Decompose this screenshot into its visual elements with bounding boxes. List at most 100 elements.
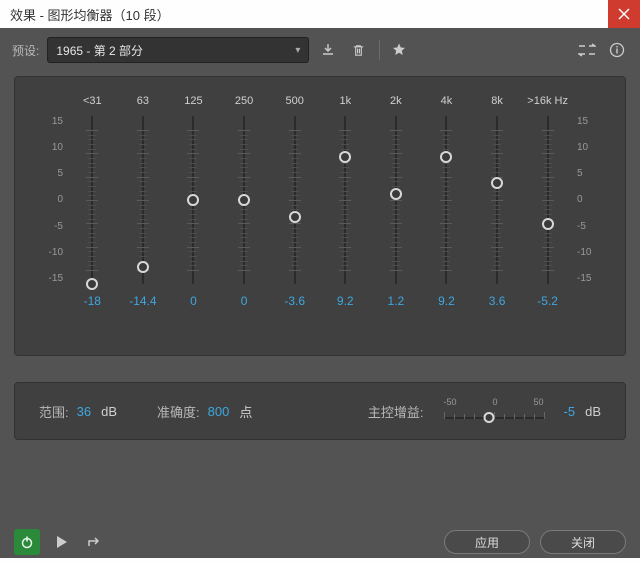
- scale-tick: 0: [577, 194, 583, 205]
- band-slider[interactable]: [436, 116, 456, 284]
- scale-tick: 5: [577, 168, 583, 179]
- preset-label: 预设:: [12, 42, 39, 59]
- band-value[interactable]: -3.6: [284, 294, 305, 310]
- master-gain-value[interactable]: -5: [564, 404, 576, 419]
- eq-band: 8k 3.6: [473, 95, 521, 343]
- eq-band: >16k Hz -5.2: [524, 95, 572, 343]
- band-slider[interactable]: [285, 116, 305, 284]
- band-value[interactable]: 1.2: [388, 294, 405, 310]
- band-value[interactable]: 3.6: [489, 294, 506, 310]
- band-slider[interactable]: [133, 116, 153, 284]
- master-scale-mid: 0: [493, 397, 498, 407]
- toolbar-separator: [379, 40, 380, 60]
- routing-icon[interactable]: [576, 39, 598, 61]
- master-gain-label: 主控增益:: [368, 402, 424, 421]
- delete-preset-icon[interactable]: [347, 39, 369, 61]
- band-thumb[interactable]: [289, 211, 301, 223]
- range-label: 范围:: [39, 402, 69, 421]
- preset-toolbar: 预设: 1965 - 第 2 部分 ▾: [0, 28, 640, 72]
- band-value[interactable]: 0: [241, 294, 248, 310]
- scale-tick: 10: [577, 142, 588, 153]
- range-value[interactable]: 36: [77, 404, 91, 419]
- import-preset-icon[interactable]: [317, 39, 339, 61]
- band-value[interactable]: -18: [84, 294, 101, 310]
- eq-band: 2k 1.2: [372, 95, 420, 343]
- band-value[interactable]: 9.2: [438, 294, 455, 310]
- band-thumb[interactable]: [339, 151, 351, 163]
- scale-tick: -10: [49, 247, 63, 258]
- scale-right: 151050-5-10-15: [573, 95, 603, 343]
- preset-value: 1965 - 第 2 部分: [56, 42, 143, 59]
- eq-band: 1k 9.2: [321, 95, 369, 343]
- favorite-icon[interactable]: [388, 39, 410, 61]
- band-freq-label: 8k: [491, 95, 503, 116]
- eq-band: <31 -18: [68, 95, 116, 343]
- band-freq-label: <31: [83, 95, 102, 116]
- band-freq-label: 2k: [390, 95, 402, 116]
- close-button[interactable]: 关闭: [540, 530, 626, 554]
- band-value[interactable]: -5.2: [537, 294, 558, 310]
- scale-tick: -5: [577, 221, 586, 232]
- master-scale-min: -50: [444, 397, 457, 407]
- band-slider[interactable]: [335, 116, 355, 284]
- master-gain-group: 主控增益: -50 0 50 -5 dB: [368, 399, 601, 423]
- loop-button[interactable]: [82, 530, 106, 554]
- window-border-bottom: [0, 558, 640, 564]
- master-gain-slider[interactable]: -50 0 50: [444, 399, 544, 423]
- eq-band: 500 -3.6: [271, 95, 319, 343]
- band-thumb[interactable]: [440, 151, 452, 163]
- band-value[interactable]: 9.2: [337, 294, 354, 310]
- eq-band: 125 0: [169, 95, 217, 343]
- eq-band: 4k9.2: [422, 95, 470, 343]
- scale-tick: 0: [57, 194, 63, 205]
- window-title: 效果 - 图形均衡器（10 段）: [10, 5, 608, 24]
- band-slider[interactable]: [487, 116, 507, 284]
- scale-tick: 15: [577, 116, 588, 127]
- band-slider[interactable]: [386, 116, 406, 284]
- play-button[interactable]: [50, 530, 74, 554]
- band-thumb[interactable]: [137, 261, 149, 273]
- band-slider[interactable]: [82, 116, 102, 284]
- range-unit: dB: [101, 404, 117, 419]
- scale-tick: 5: [57, 168, 63, 179]
- master-gain-thumb[interactable]: [483, 412, 494, 423]
- scale-tick: -15: [49, 273, 63, 284]
- master-scale-max: 50: [534, 397, 544, 407]
- band-freq-label: 125: [184, 95, 202, 116]
- apply-button[interactable]: 应用: [444, 530, 530, 554]
- band-thumb[interactable]: [187, 194, 199, 206]
- band-thumb[interactable]: [86, 278, 98, 290]
- band-freq-label: 63: [137, 95, 149, 116]
- band-slider[interactable]: [234, 116, 254, 284]
- info-icon[interactable]: [606, 39, 628, 61]
- scale-tick: 15: [52, 116, 63, 127]
- scale-tick: 10: [52, 142, 63, 153]
- band-slider[interactable]: [183, 116, 203, 284]
- scale-tick: -15: [577, 273, 591, 284]
- power-toggle[interactable]: [14, 529, 40, 555]
- band-thumb[interactable]: [542, 218, 554, 230]
- preset-dropdown[interactable]: 1965 - 第 2 部分 ▾: [47, 37, 309, 63]
- accuracy-label: 准确度:: [157, 402, 200, 421]
- band-thumb[interactable]: [238, 194, 250, 206]
- master-gain-unit: dB: [585, 404, 601, 419]
- chevron-down-icon: ▾: [295, 45, 300, 56]
- band-thumb[interactable]: [491, 177, 503, 189]
- band-value[interactable]: -14.4: [129, 294, 156, 310]
- scale-tick: -5: [54, 221, 63, 232]
- band-slider[interactable]: [538, 116, 558, 284]
- window-close-button[interactable]: [608, 0, 640, 28]
- equalizer-panel: 15 10 5 0 -5 -10 -15 <31 -18 63 -14.4 125 0 250 0 500 -…: [14, 76, 626, 356]
- band-thumb[interactable]: [390, 188, 402, 200]
- band-freq-label: 500: [285, 95, 303, 116]
- band-freq-label: >16k Hz: [527, 95, 568, 116]
- band-value[interactable]: 0: [190, 294, 197, 310]
- range-group: 范围: 36 dB: [39, 402, 117, 421]
- band-freq-label: 250: [235, 95, 253, 116]
- accuracy-value[interactable]: 800: [208, 404, 230, 419]
- accuracy-unit: 点: [239, 402, 252, 421]
- eq-band: 250 0: [220, 95, 268, 343]
- eq-band: 63 -14.4: [119, 95, 167, 343]
- footer-panel: 范围: 36 dB 准确度: 800 点 主控增益: -50 0 50 -5 d…: [14, 382, 626, 440]
- band-freq-label: 1k: [339, 95, 351, 116]
